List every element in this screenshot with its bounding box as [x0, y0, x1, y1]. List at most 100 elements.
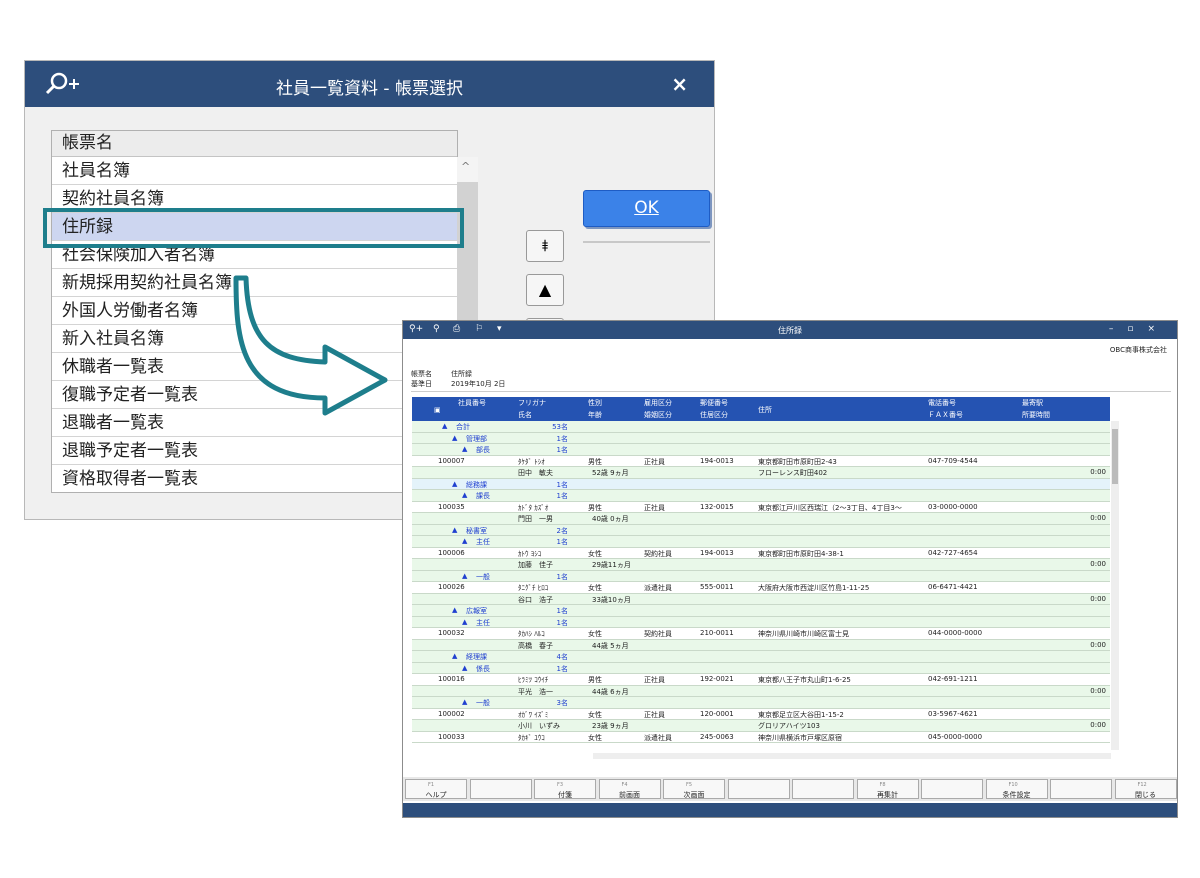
- function-key-number: F12: [1137, 782, 1147, 788]
- dialog-title: 社員一覧資料 - 帳票選択: [276, 79, 463, 99]
- table-row[interactable]: ▲ 係長 1名: [412, 662, 1110, 674]
- table-cell: ▲: [462, 698, 468, 706]
- table-cell: 総務課: [466, 480, 487, 489]
- move-up-button[interactable]: ▲: [526, 274, 564, 306]
- table-cell: 40歳 0ヵ月: [592, 515, 629, 523]
- ok-button[interactable]: OK: [583, 190, 710, 227]
- table-row[interactable]: ▲ 一般 3名: [412, 697, 1110, 709]
- meta-value: 住所録: [451, 370, 472, 378]
- function-key-button[interactable]: F5 次画面: [663, 779, 725, 799]
- function-key-button[interactable]: F12 閉じる: [1114, 779, 1177, 799]
- list-item[interactable]: 新入社員名簿: [52, 325, 457, 353]
- vertical-scrollbar[interactable]: [1111, 421, 1119, 750]
- table-row[interactable]: ▲ 広報室 1名: [412, 605, 1110, 617]
- table-row[interactable]: 100007 ﾀｹﾀﾞ ﾄｼｵ 男性 正社員 194-0013 東京都町田市原町田2-43…: [412, 455, 1110, 467]
- table-cell: ▲: [462, 663, 468, 672]
- table-cell: 係長: [476, 664, 490, 673]
- table-row[interactable]: 高橋 春子 44歳 5ヵ月 0:00: [412, 639, 1110, 651]
- list-item[interactable]: 資格取得者一覧表: [52, 465, 457, 492]
- table-cell: 100033: [438, 732, 465, 741]
- function-key-button[interactable]: [792, 779, 854, 799]
- table-cell: 田中 敏夫: [518, 469, 553, 477]
- table-row[interactable]: ▲ 一般 1名: [412, 570, 1110, 582]
- table-cell: 047-709-4544: [928, 456, 978, 465]
- table-cell: グロリアハイツ103: [758, 722, 820, 730]
- table-cell: 1名: [556, 446, 568, 454]
- table-row[interactable]: 100002 ｵｶﾞﾜ ｲｽﾞﾐ 女性 正社員 120-0001 東京都足立区大谷田1-1…: [412, 708, 1110, 720]
- table-row[interactable]: ▲ 課長 1名: [412, 490, 1110, 502]
- table-cell: 245-0063: [700, 732, 734, 741]
- table-cell: 44歳 6ヵ月: [592, 687, 629, 696]
- table-row[interactable]: 100016 ﾋﾗﾐﾂ ｺｳｲﾁ 男性 正社員 192-0021 東京都八王子市丸山町1-…: [412, 674, 1110, 686]
- table-cell: 東京都八王子市丸山町1-6-25: [758, 676, 851, 684]
- list-item[interactable]: 社員名簿: [52, 157, 457, 185]
- list-item[interactable]: 休職者一覧表: [52, 353, 457, 381]
- table-cell: 女性: [588, 733, 602, 742]
- table-cell: 広報室: [466, 607, 487, 615]
- horizontal-scrollbar[interactable]: [593, 753, 1111, 759]
- scroll-thumb[interactable]: [1112, 429, 1118, 484]
- table-cell: 192-0021: [700, 675, 734, 683]
- function-key-button[interactable]: F1 ヘルプ: [405, 779, 467, 799]
- table-cell: 大阪府大阪市西淀川区竹島1-11-25: [758, 584, 870, 592]
- table-cell: 194-0013: [700, 456, 734, 465]
- table-row[interactable]: 小川 いずみ 23歳 9ヵ月 グロリアハイツ103 0:00: [412, 720, 1110, 732]
- list-item[interactable]: 新規採用契約社員名簿: [52, 269, 457, 297]
- table-row[interactable]: ▲ 経理課 4名: [412, 651, 1110, 663]
- function-key-number: F3: [557, 782, 564, 788]
- list-item[interactable]: 退職者一覧表: [52, 409, 457, 437]
- table-row[interactable]: ▲ 主任 1名: [412, 616, 1110, 628]
- table-row[interactable]: ▲ 総務課 1名: [412, 478, 1110, 490]
- table-row[interactable]: ▲ 管理部 1名: [412, 432, 1110, 444]
- function-key-button[interactable]: F4 前画面: [598, 779, 661, 799]
- function-key-button[interactable]: [727, 779, 790, 799]
- table-row[interactable]: 100026 ﾀﾆｸﾞﾁ ﾋﾛｺ 女性 派遣社員 555-0011 大阪府大阪市西淀川区竹…: [412, 582, 1110, 594]
- function-key-button[interactable]: [921, 779, 983, 799]
- table-row[interactable]: 100006 ｶﾄｳ ﾖｼｺ 女性 契約社員 194-0013 東京都町田市原町田4-38…: [412, 547, 1110, 559]
- table-row[interactable]: ▲ 秘書室 2名: [412, 524, 1110, 536]
- table-cell: 045-0000-0000: [928, 732, 983, 741]
- table-cell: 100002: [438, 709, 465, 718]
- function-key-button[interactable]: [469, 779, 532, 799]
- table-cell: 秘書室: [466, 526, 487, 535]
- table-row[interactable]: 田中 敏夫 52歳 9ヵ月 フローレンス町田402 0:00: [412, 467, 1110, 479]
- close-icon[interactable]: ×: [671, 72, 688, 96]
- function-key-button[interactable]: F3 付箋: [534, 779, 596, 799]
- table-row[interactable]: ▲ 主任 1名: [412, 536, 1110, 548]
- grid-icon[interactable]: ▣: [434, 406, 441, 414]
- table-cell: 53名: [552, 423, 568, 431]
- column-header: 年齢: [588, 411, 602, 419]
- table-row[interactable]: 谷口 浩子 33歳10ヵ月 0:00: [412, 593, 1110, 605]
- table-cell: 東京都足立区大谷田1-15-2: [758, 710, 844, 719]
- table-cell: ﾀﾆｸﾞﾁ ﾋﾛｺ: [518, 584, 549, 592]
- window-controls-icon[interactable]: –▫×: [1109, 324, 1169, 334]
- table-row[interactable]: 加藤 佳子 29歳11ヵ月 0:00: [412, 559, 1110, 571]
- function-key-bar: F1 ヘルプ F3 付箋 F4 前画面 F5 次画面 F8 再集計 F10 条件設定 F12 閉じる: [403, 777, 1177, 801]
- function-key-button[interactable]: [1050, 779, 1112, 799]
- table-row[interactable]: 平光 浩一 44歳 6ヵ月 0:00: [412, 685, 1110, 697]
- list-item[interactable]: 復職予定者一覧表: [52, 381, 457, 409]
- function-key-button[interactable]: F10 条件設定: [985, 779, 1048, 799]
- table-cell: 100032: [438, 629, 465, 637]
- table-row[interactable]: 100032 ﾀｶﾊｼ ﾊﾙｺ 女性 契約社員 210-0011 神奈川県川崎市川崎区富士…: [412, 628, 1110, 640]
- column-header: 住所: [758, 406, 772, 414]
- table-cell: 06-6471-4421: [928, 583, 978, 591]
- table-row[interactable]: 100035 ｶﾄﾞﾀ ｶｽﾞｵ 男性 正社員 132-0015 東京都江戸川区西瑞江（2…: [412, 501, 1110, 513]
- table-row[interactable]: ▲ 合計 53名: [412, 421, 1110, 433]
- list-item[interactable]: 退職予定者一覧表: [52, 437, 457, 465]
- table-cell: 042-691-1211: [928, 675, 978, 683]
- table-cell: 33歳10ヵ月: [592, 595, 631, 604]
- function-key-button[interactable]: F8 再集計: [856, 779, 919, 799]
- move-top-button[interactable]: ⯒: [526, 230, 564, 262]
- table-row[interactable]: ▲ 部長 1名: [412, 444, 1110, 456]
- table-cell: 男性: [588, 457, 602, 466]
- table-cell: 一般: [476, 572, 490, 581]
- table-cell: 部長: [476, 446, 490, 454]
- table-cell: 小川 いずみ: [518, 722, 560, 730]
- table-row[interactable]: 100033 ﾀｶｷﾞ ﾕｳｺ 女性 派遣社員 245-0063 神奈川県横浜市戸塚区原宿…: [412, 731, 1110, 743]
- list-item[interactable]: 外国人労働者名簿: [52, 297, 457, 325]
- scroll-up-icon[interactable]: ^: [461, 160, 470, 173]
- table-cell: 0:00: [1090, 560, 1106, 568]
- table-cell: 210-0011: [700, 629, 734, 637]
- table-row[interactable]: 門田 一男 40歳 0ヵ月 0:00: [412, 513, 1110, 525]
